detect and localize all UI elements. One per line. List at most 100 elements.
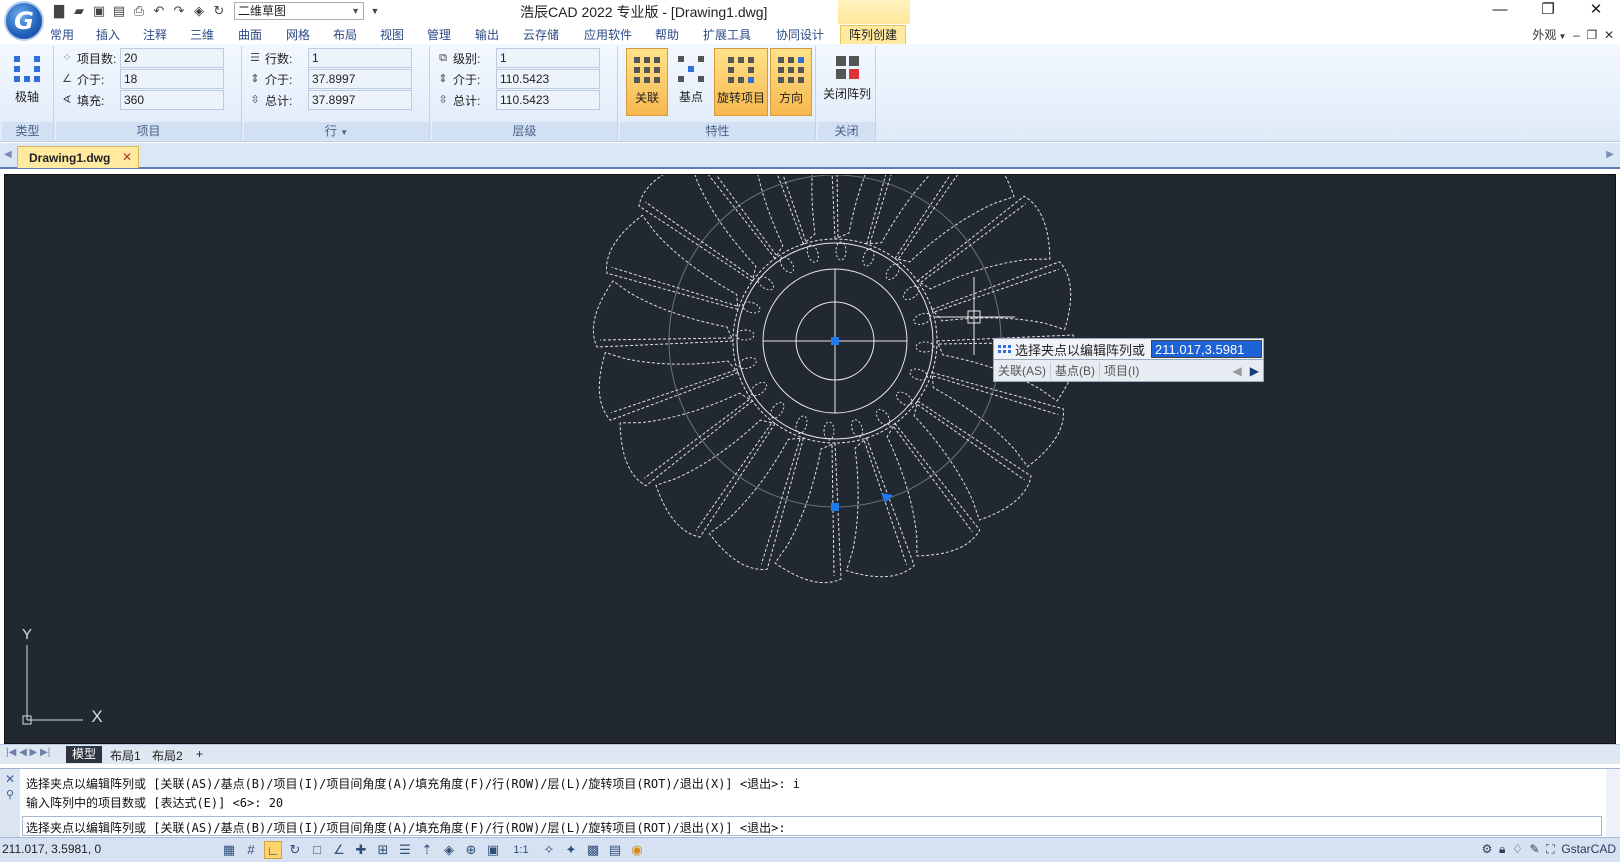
refresh-icon[interactable]: ↻ [210, 2, 228, 20]
object-snap-icon[interactable]: □ [308, 841, 326, 859]
tab-insert[interactable]: 插入 [96, 26, 120, 43]
items-count-input[interactable]: 20 [120, 48, 224, 68]
tab-apps[interactable]: 应用软件 [584, 26, 632, 43]
workspace-select[interactable]: 二维草图 ▼ [234, 2, 364, 20]
option-base-point[interactable]: 基点(B) [1051, 362, 1101, 379]
tab-array-create[interactable]: 阵列创建 [840, 25, 907, 44]
restore-button[interactable]: ❐ [1524, 0, 1572, 22]
tab-collab[interactable]: 协同设计 [776, 26, 824, 43]
drawing-canvas[interactable]: Y X [4, 174, 1616, 744]
items-between-input[interactable]: 18 [120, 69, 224, 89]
array-blade [862, 175, 962, 267]
tooltip-next-icon[interactable]: ▶ [1246, 364, 1263, 378]
app-logo[interactable]: G [4, 1, 44, 41]
command-input[interactable]: 选择夹点以编辑阵列或 [关联(AS)/基点(B)/项目(I)/项目间角度(A)/… [22, 816, 1602, 836]
print-icon[interactable]: ⎙ [130, 2, 148, 20]
tab-extension[interactable]: 扩展工具 [703, 26, 751, 43]
new-file-icon[interactable]: ▇ [50, 2, 68, 20]
dynamic-ucs-icon[interactable]: ✚ [352, 841, 370, 859]
save-as-icon[interactable]: ▤ [110, 2, 128, 20]
open-file-icon[interactable]: ▰ [70, 2, 88, 20]
viewport-icon[interactable]: ▣ [484, 841, 502, 859]
workspace-icon[interactable]: ▩ [584, 841, 602, 859]
customize-qat-icon[interactable]: ▼ [366, 2, 384, 20]
settings-gear-icon[interactable]: ⚙ [1482, 842, 1493, 856]
redo-icon[interactable]: ↷ [170, 2, 188, 20]
base-point-button[interactable]: 基点 [670, 48, 712, 116]
close-icon[interactable]: ✕ [0, 772, 20, 786]
close-button[interactable]: ✕ [1572, 0, 1620, 22]
undo-icon[interactable]: ↶ [150, 2, 168, 20]
tab-3d[interactable]: 三维 [190, 26, 214, 43]
layers-icon[interactable]: ◈ [190, 2, 208, 20]
bulb-icon[interactable]: ♢ [1512, 842, 1523, 856]
zoom-icon[interactable]: ⊕ [462, 841, 480, 859]
command-scrollbar[interactable] [1606, 769, 1620, 837]
add-layout-button[interactable]: + [196, 747, 203, 761]
close-array-button[interactable]: 关闭阵列 [820, 48, 874, 116]
snap-icon[interactable]: ▦ [220, 841, 238, 859]
minimize-button[interactable]: — [1476, 0, 1524, 22]
tooltip-prev-icon[interactable]: ◀ [1229, 364, 1246, 378]
tab-layout2[interactable]: 布局2 [152, 747, 183, 764]
tab-scroll-left-icon[interactable]: ◀ [4, 149, 12, 160]
quick-properties-icon[interactable]: ▤ [606, 841, 624, 859]
tab-cloud[interactable]: 云存储 [523, 26, 559, 43]
sync-icon[interactable]: ◉ [628, 841, 646, 859]
annotation-scale[interactable]: 1:1 [506, 841, 536, 859]
tab-model[interactable]: 模型 [66, 746, 103, 763]
items-fill-row: ∢ 填充: 360 [60, 90, 224, 110]
grid-icon[interactable]: # [242, 841, 260, 859]
polar-tracking-icon[interactable]: ↻ [286, 841, 304, 859]
lock-icon[interactable]: 🔒︎ [1499, 842, 1505, 856]
levels-count-input[interactable]: 1 [496, 48, 600, 68]
levels-total-input[interactable]: 110.5423 [496, 90, 600, 110]
array-blade [655, 401, 785, 538]
save-icon[interactable]: ▣ [90, 2, 108, 20]
fullscreen-icon[interactable]: ⛶ [1546, 842, 1554, 856]
close-tab-icon[interactable]: ✕ [122, 150, 132, 164]
appearance-menu[interactable]: 外观 ▼ – ❐ ✕ [1532, 26, 1614, 43]
option-associative[interactable]: 关联(AS) [994, 362, 1052, 379]
snap-tracking-icon[interactable]: ∠ [330, 841, 348, 859]
blade-root-slot [742, 301, 761, 314]
first-layout-icon[interactable]: |◀ ◀ ▶ ▶| [6, 747, 50, 758]
tab-mesh[interactable]: 网格 [286, 26, 310, 43]
rows-total-input[interactable]: 37.8997 [308, 90, 412, 110]
ortho-icon[interactable]: ∟ [264, 841, 282, 859]
pin-icon[interactable]: ⚲ [0, 788, 20, 801]
rows-count-input[interactable]: 1 [308, 48, 412, 68]
tab-layout1[interactable]: 布局1 [110, 747, 141, 764]
direction-button[interactable]: 方向 [770, 48, 812, 116]
layers-icon[interactable]: ◈ [440, 841, 458, 859]
panel-close-title: 关闭 [818, 122, 875, 140]
tab-manage[interactable]: 管理 [427, 26, 451, 43]
option-items[interactable]: 项目(I) [1100, 362, 1143, 379]
blade-outline [598, 351, 739, 421]
lineweight-icon[interactable]: ☰ [396, 841, 414, 859]
tab-view[interactable]: 视图 [380, 26, 404, 43]
tools-icon[interactable]: ✎ [1530, 842, 1540, 856]
tab-annotate[interactable]: 注释 [143, 26, 167, 43]
tab-common[interactable]: 常用 [50, 26, 74, 43]
tooltip-value-input[interactable]: 211.017,3.5981 [1151, 340, 1263, 358]
associative-button[interactable]: 关联 [626, 48, 668, 116]
auto-scale-icon[interactable]: ✦ [562, 841, 580, 859]
tab-output[interactable]: 输出 [475, 26, 499, 43]
panel-levels: ⧉ 级别: 1 ⇕ 介于: 110.5423 ⇳ 总计: 110.5423 层级 [432, 46, 618, 140]
file-tab-drawing1[interactable]: Drawing1.dwg ✕ [17, 146, 139, 168]
rotate-items-button[interactable]: 旋转项目 [714, 48, 768, 116]
panel-rows-title[interactable]: 行 ▼ [244, 122, 429, 140]
levels-between-input[interactable]: 110.5423 [496, 69, 600, 89]
tab-scroll-right-icon[interactable]: ▶ [1606, 149, 1614, 160]
rows-between-icon: ⇕ [250, 73, 260, 85]
tab-surface[interactable]: 曲面 [238, 26, 262, 43]
tab-layout[interactable]: 布局 [333, 26, 357, 43]
selection-cycling-icon[interactable]: ⇡ [418, 841, 436, 859]
polar-button[interactable]: 极轴 [6, 48, 48, 116]
dynamic-input-icon[interactable]: ⊞ [374, 841, 392, 859]
annotation-visibility-icon[interactable]: ✧ [540, 841, 558, 859]
tab-help[interactable]: 帮助 [655, 26, 679, 43]
items-fill-input[interactable]: 360 [120, 90, 224, 110]
rows-between-input[interactable]: 37.8997 [308, 69, 412, 89]
